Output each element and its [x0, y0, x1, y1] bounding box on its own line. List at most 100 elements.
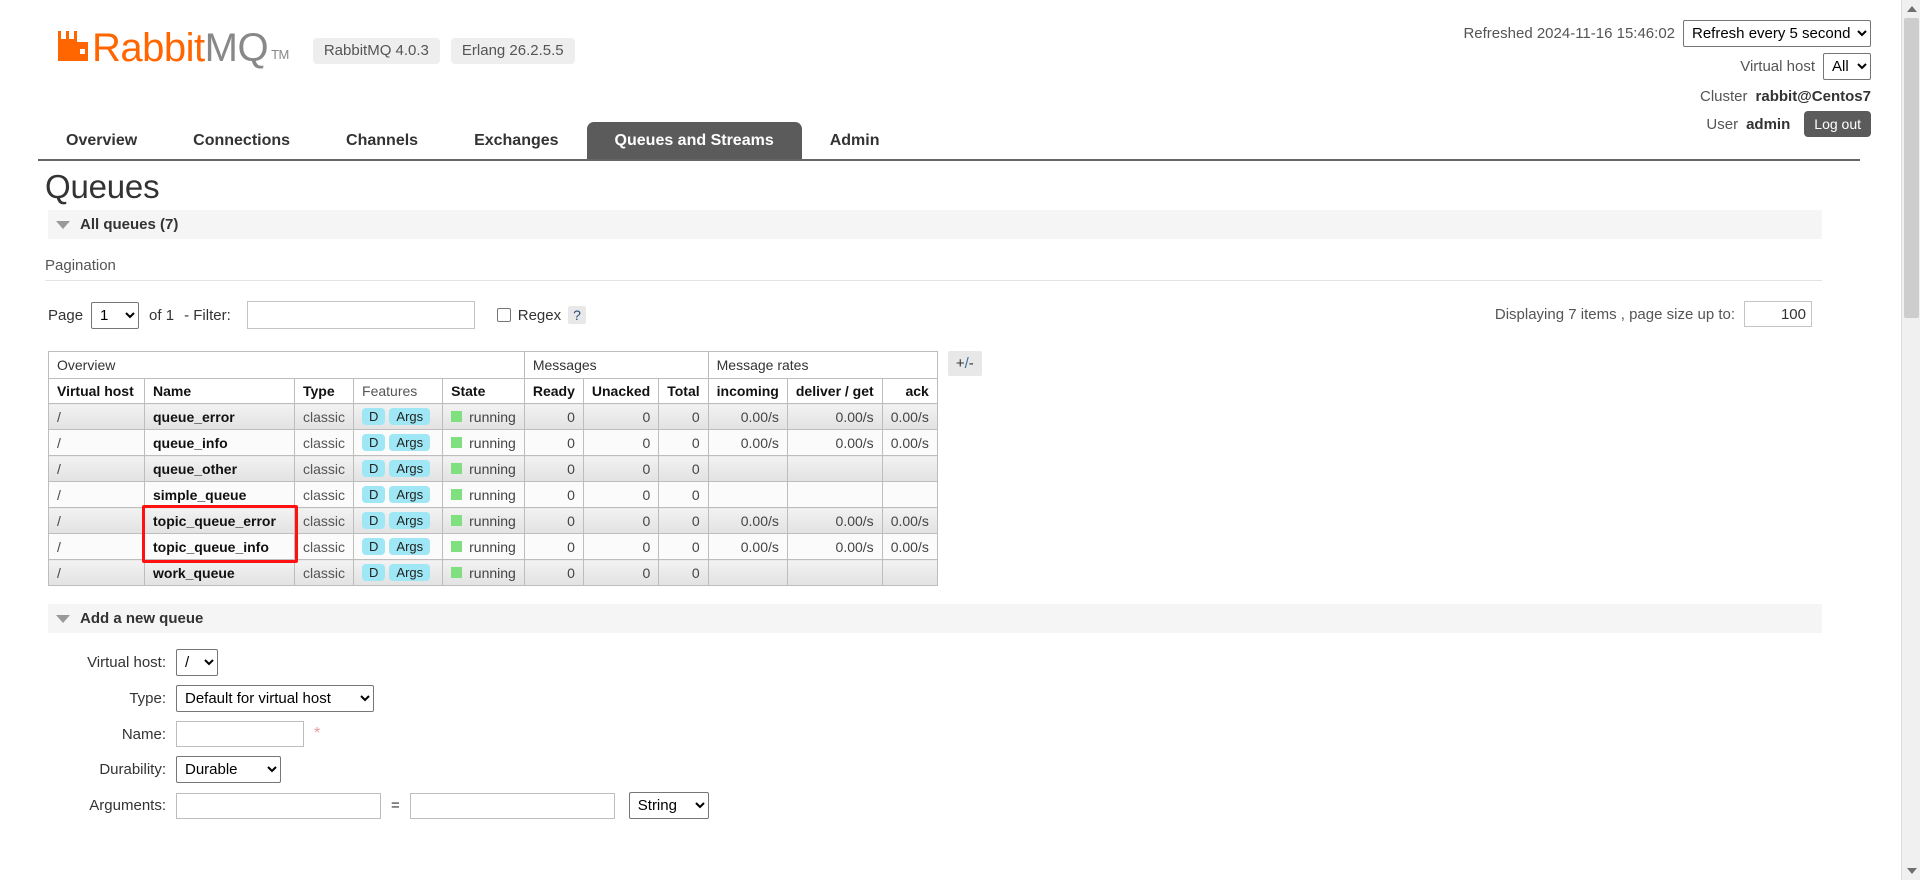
- state-indicator-icon: [451, 411, 463, 422]
- brand-logo[interactable]: Rabbit MQ TM RabbitMQ 4.0.3 Erlang 26.2.5.…: [58, 28, 575, 68]
- form-name-input[interactable]: [176, 721, 304, 747]
- group-header-messages: Messages: [523, 351, 709, 379]
- cell-queue-name[interactable]: topic_queue_info: [144, 533, 295, 560]
- state-text: running: [469, 564, 516, 581]
- cell-state: running: [442, 533, 525, 560]
- cell-ready: 0: [523, 455, 584, 482]
- state-text: running: [469, 460, 516, 477]
- group-header-message-rates: Message rates: [707, 351, 938, 379]
- feature-badge-args[interactable]: Args: [389, 538, 431, 555]
- chevron-down-icon-add-queue[interactable]: [56, 614, 70, 623]
- col-name[interactable]: Name: [144, 378, 295, 404]
- cell-ack: [881, 481, 938, 508]
- col-state[interactable]: State: [442, 378, 525, 404]
- feature-badge-args[interactable]: Args: [389, 486, 431, 503]
- cell-total: 0: [658, 429, 709, 456]
- table-row[interactable]: / queue_error classic D Args running 0 0 0 0.00/s…: [48, 403, 938, 430]
- form-virtual-host-select[interactable]: /: [176, 649, 218, 676]
- feature-badge-d[interactable]: D: [362, 538, 386, 555]
- table-row[interactable]: / topic_queue_info classic D Args running 0 0 0 0…: [48, 533, 938, 560]
- feature-badge-d[interactable]: D: [362, 408, 386, 425]
- feature-badge-args[interactable]: Args: [389, 460, 431, 477]
- table-row[interactable]: / queue_info classic D Args running 0 0 0 0.00/s 0…: [48, 429, 938, 456]
- cell-total: 0: [658, 403, 709, 430]
- cell-ack: 0.00/s: [881, 533, 938, 560]
- col-features[interactable]: Features: [353, 378, 444, 404]
- cell-queue-name[interactable]: simple_queue: [144, 481, 295, 508]
- chevron-down-icon[interactable]: [56, 220, 70, 229]
- table-row[interactable]: / topic_queue_error classic D Args running 0 0 0…: [48, 507, 938, 534]
- col-total[interactable]: Total: [658, 378, 709, 404]
- plus-sign: +: [955, 355, 965, 372]
- cell-virtual-host: /: [48, 559, 145, 586]
- cluster-name: rabbit@Centos7: [1755, 87, 1871, 105]
- cell-queue-name[interactable]: topic_queue_error: [144, 507, 295, 534]
- state-indicator-icon: [451, 541, 463, 552]
- feature-badge-args[interactable]: Args: [389, 434, 431, 451]
- form-row-name: Name: *: [48, 721, 1860, 747]
- cell-unacked: 0: [582, 403, 660, 430]
- feature-badge-args[interactable]: Args: [389, 512, 431, 529]
- table-row[interactable]: / work_queue classic D Args running 0 0 0: [48, 559, 938, 586]
- cell-queue-name[interactable]: work_queue: [144, 559, 295, 586]
- add-queue-section-header[interactable]: Add a new queue: [48, 604, 1822, 633]
- queues-table-wrap: Overview Messages Message rates Virtual …: [48, 351, 1860, 586]
- form-argument-type-select[interactable]: String: [628, 792, 709, 819]
- page-size-input[interactable]: [1744, 301, 1812, 327]
- cell-queue-name[interactable]: queue_error: [144, 403, 295, 430]
- vertical-scrollbar[interactable]: [1901, 0, 1920, 880]
- col-type[interactable]: Type: [293, 378, 355, 404]
- scroll-down-arrow-icon[interactable]: [1902, 862, 1920, 880]
- feature-badge-args[interactable]: Args: [389, 564, 431, 581]
- table-row[interactable]: / simple_queue classic D Args running 0 0 0: [48, 481, 938, 508]
- scroll-up-arrow-icon[interactable]: [1902, 0, 1920, 18]
- cell-unacked: 0: [582, 507, 660, 534]
- col-ack[interactable]: ack: [881, 378, 938, 404]
- form-row-durability: Durability: Durable: [48, 756, 1860, 783]
- form-type-select[interactable]: Default for virtual host: [176, 685, 374, 712]
- state-indicator-icon: [451, 463, 463, 474]
- form-label-arguments: Arguments:: [89, 797, 166, 814]
- column-toggle-button[interactable]: +/-: [947, 351, 982, 376]
- regex-checkbox[interactable]: [496, 308, 511, 322]
- cell-features: D Args: [353, 455, 444, 482]
- cell-ready: 0: [523, 559, 584, 586]
- feature-badge-args[interactable]: Args: [389, 408, 431, 425]
- cell-virtual-host: /: [48, 533, 145, 560]
- form-durability-select[interactable]: Durable: [176, 756, 281, 783]
- form-label-type: Type:: [129, 690, 166, 707]
- cell-total: 0: [658, 559, 709, 586]
- minus-sign: -: [968, 355, 974, 372]
- col-deliver-get[interactable]: deliver / get: [786, 378, 883, 404]
- cell-deliver-get: [786, 455, 883, 482]
- feature-badge-d[interactable]: D: [362, 512, 386, 529]
- group-header-overview: Overview: [48, 351, 525, 379]
- cell-ack: 0.00/s: [881, 507, 938, 534]
- cell-queue-name[interactable]: queue_info: [144, 429, 295, 456]
- logo-text-rabbit: Rabbit: [92, 26, 205, 70]
- feature-badge-d[interactable]: D: [362, 460, 386, 477]
- form-argument-key-input[interactable]: [176, 792, 381, 819]
- rabbitmq-logo-icon: [58, 31, 88, 61]
- page-number-select[interactable]: 1: [91, 301, 140, 329]
- feature-badge-d[interactable]: D: [362, 564, 386, 581]
- scroll-thumb[interactable]: [1904, 18, 1919, 318]
- cell-deliver-get: 0.00/s: [786, 403, 883, 430]
- col-virtual-host[interactable]: Virtual host: [48, 378, 145, 404]
- refresh-interval-select[interactable]: Refresh every 5 seconds: [1683, 19, 1871, 47]
- regex-help-icon[interactable]: ?: [568, 306, 586, 324]
- page-total-label: of 1: [149, 306, 175, 324]
- filter-input[interactable]: [246, 301, 475, 329]
- form-argument-value-input[interactable]: [409, 792, 615, 819]
- col-ready[interactable]: Ready: [523, 378, 584, 404]
- cell-state: running: [442, 455, 525, 482]
- cell-ready: 0: [523, 481, 584, 508]
- all-queues-section-header[interactable]: All queues (7): [48, 210, 1822, 239]
- feature-badge-d[interactable]: D: [362, 486, 386, 503]
- col-unacked[interactable]: Unacked: [582, 378, 660, 404]
- virtual-host-select[interactable]: All: [1823, 52, 1871, 80]
- feature-badge-d[interactable]: D: [362, 434, 386, 451]
- col-incoming[interactable]: incoming: [707, 378, 788, 404]
- table-row[interactable]: / queue_other classic D Args running 0 0 0: [48, 455, 938, 482]
- cell-queue-name[interactable]: queue_other: [144, 455, 295, 482]
